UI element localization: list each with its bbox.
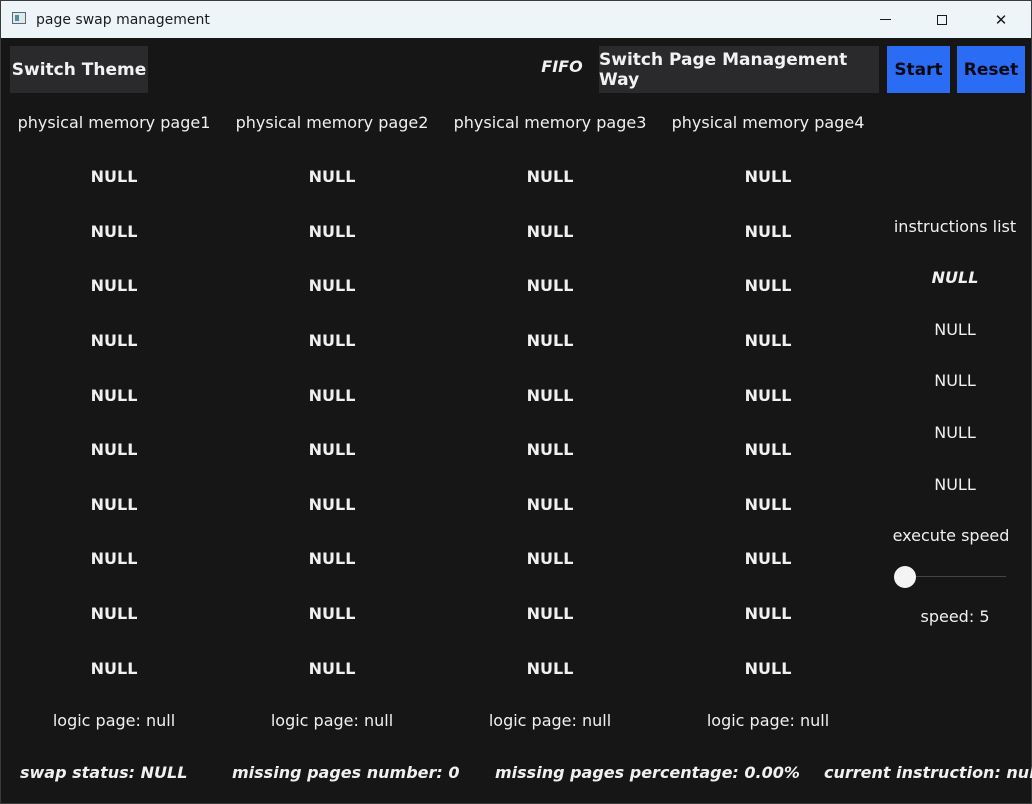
close-icon: ✕: [994, 10, 1008, 29]
slider-thumb[interactable]: [894, 566, 916, 588]
memory-cell: NULL: [308, 167, 356, 186]
logic-page-label: logic page: null: [270, 711, 394, 730]
memory-cell: NULL: [308, 659, 356, 678]
memory-cell: NULL: [90, 440, 138, 459]
memory-page-header: physical memory page3: [453, 113, 647, 132]
memory-cell: NULL: [90, 495, 138, 514]
minimize-icon: [879, 19, 891, 20]
memory-cell: NULL: [744, 440, 792, 459]
instruction-item: NULL: [934, 423, 976, 442]
speed-value-label: speed: 5: [920, 607, 990, 626]
memory-cell: NULL: [744, 222, 792, 241]
start-button[interactable]: Start: [887, 46, 950, 93]
memory-cell: NULL: [744, 549, 792, 568]
instruction-item: NULL: [934, 371, 976, 390]
reset-button[interactable]: Reset: [957, 46, 1025, 93]
instruction-item: NULL: [934, 320, 976, 339]
memory-cell: NULL: [90, 604, 138, 623]
memory-cell: NULL: [526, 222, 574, 241]
memory-page-column-2: physical memory page2 NULL NULL NULL NULL NUL…: [222, 109, 442, 730]
memory-cell: NULL: [526, 659, 574, 678]
memory-cell: NULL: [308, 386, 356, 405]
logic-page-label: logic page: null: [52, 711, 176, 730]
memory-cell: NULL: [526, 549, 574, 568]
memory-cell: NULL: [308, 604, 356, 623]
memory-cell: NULL: [308, 331, 356, 350]
memory-cell: NULL: [744, 331, 792, 350]
missing-pages-number: missing pages number: 0: [232, 763, 460, 782]
minimize-button[interactable]: [862, 1, 908, 38]
speed-slider[interactable]: [894, 566, 1006, 588]
memory-page-column-1: physical memory page1 NULL NULL NULL NULL NUL…: [4, 109, 224, 730]
memory-cell: NULL: [308, 222, 356, 241]
memory-cell: NULL: [526, 276, 574, 295]
management-mode-label: FIFO: [541, 57, 583, 76]
memory-cell: NULL: [744, 167, 792, 186]
memory-page-column-3: physical memory page3 NULL NULL NULL NULL NUL…: [440, 109, 660, 730]
missing-pages-percentage: missing pages percentage: 0.00%: [495, 763, 800, 782]
instructions-list-title: instructions list: [893, 217, 1017, 236]
memory-cell: NULL: [744, 386, 792, 405]
memory-cell: NULL: [90, 167, 138, 186]
memory-page-header: physical memory page2: [235, 113, 429, 132]
memory-cell: NULL: [526, 604, 574, 623]
memory-cell: NULL: [308, 440, 356, 459]
app-window: page swap management ✕ Switch Theme FIFO…: [0, 0, 1032, 804]
instruction-item: NULL: [934, 475, 976, 494]
memory-page-header: physical memory page4: [671, 113, 865, 132]
memory-cell: NULL: [90, 549, 138, 568]
app-icon: [12, 12, 26, 24]
maximize-button[interactable]: [919, 1, 965, 38]
current-instruction: current instruction: null: [824, 763, 1032, 782]
close-button[interactable]: ✕: [978, 1, 1024, 38]
memory-page-header: physical memory page1: [17, 113, 211, 132]
memory-cell: NULL: [744, 659, 792, 678]
title-bar: page swap management ✕: [1, 1, 1031, 38]
memory-cell: NULL: [526, 167, 574, 186]
memory-cell: NULL: [526, 331, 574, 350]
memory-cell: NULL: [744, 495, 792, 514]
memory-cell: NULL: [526, 386, 574, 405]
swap-status: swap status: NULL: [20, 763, 188, 782]
execute-speed-title: execute speed: [892, 526, 1010, 545]
memory-cell: NULL: [744, 276, 792, 295]
memory-cell: NULL: [744, 604, 792, 623]
instruction-item: NULL: [931, 268, 979, 287]
memory-cell: NULL: [308, 276, 356, 295]
memory-cell: NULL: [526, 440, 574, 459]
slider-track[interactable]: [904, 576, 1006, 577]
memory-cell: NULL: [308, 549, 356, 568]
memory-cell: NULL: [526, 495, 574, 514]
memory-cell: NULL: [308, 495, 356, 514]
memory-cell: NULL: [90, 331, 138, 350]
window-title: page swap management: [36, 12, 210, 28]
switch-page-management-button[interactable]: Switch Page Management Way: [599, 46, 879, 93]
memory-cell: NULL: [90, 276, 138, 295]
maximize-icon: [937, 14, 947, 25]
memory-page-column-4: physical memory page4 NULL NULL NULL NULL NUL…: [658, 109, 878, 730]
switch-theme-button[interactable]: Switch Theme: [10, 46, 148, 93]
memory-cell: NULL: [90, 222, 138, 241]
logic-page-label: logic page: null: [488, 711, 612, 730]
memory-cell: NULL: [90, 659, 138, 678]
logic-page-label: logic page: null: [706, 711, 830, 730]
memory-cell: NULL: [90, 386, 138, 405]
